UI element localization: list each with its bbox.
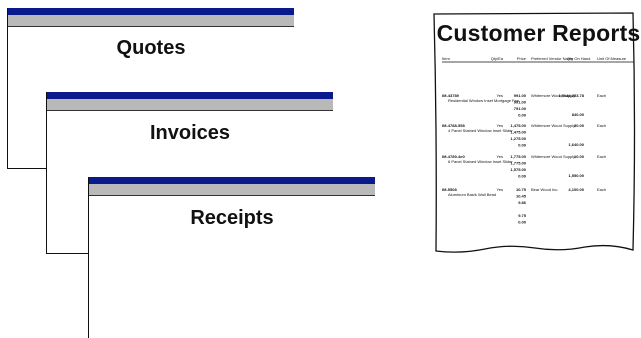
report-item-price: 10.45 [516,194,527,199]
report-item-uom: Each [597,154,606,159]
report-item-uom: Each [597,123,606,128]
report-item-vendor: Bear Wood Inc. [531,187,559,192]
report-item-price: 1,775.00 [510,161,526,166]
report-item-onhand: 10.00 [574,154,585,159]
report-column-header: Qty On Hand [567,56,590,61]
report-item-vendor: Whitemore Wood Supply [531,123,575,128]
report-column-header: Item [442,56,450,61]
report-item-price: 0.00 [518,143,527,148]
report-item-description: Aluminum Bas/k Wall Bead [448,192,496,197]
report-item-price: 10.75 [516,187,527,192]
report-item-price: 1,575.00 [510,167,526,172]
report-item-price: 1,475.00 [510,130,526,135]
report-item-qty: Yes [496,93,503,98]
report-item-price: 1,475.00 [510,123,526,128]
report-item-price: 9.75 [518,213,527,218]
report-item-price: 0.00 [518,220,527,225]
report-item-price: 791.00 [514,106,527,111]
report-item-uom: Each [597,93,606,98]
report-item-price: 991.00 [514,93,527,98]
report-item-description: Residential Window Inset Mortgage Fee [448,98,520,103]
report-item-qty: Yes [496,123,503,128]
report-item-price: 1,775.00 [510,154,526,159]
report-column-header: Price [517,56,527,61]
report-item-onhand: 4,100.00 [568,187,584,192]
report-item-price: 991.00 [514,100,527,105]
report-title: Customer Reports [436,20,641,46]
report-item-price: 0.00 [518,174,527,179]
report-item-price: 1,275.00 [510,136,526,141]
report-item-description: 6 Panel Stained Window Inset Slider [448,159,513,164]
report-column-header: Qty/Ea [491,56,504,61]
report-item-onhand: 1,6x44,253.78 [558,93,584,98]
report-item-qty: Yes [496,187,503,192]
report-item-price: 9.86 [518,200,527,205]
report-item-vendor: Whitemore Wood Supply [531,154,575,159]
report-item-qty: Yes [496,154,503,159]
report-item-price: 0.00 [518,113,527,118]
report-item-onhand: 1,550.00 [568,173,584,178]
customer-report-sheet[interactable]: Item Qty/Ea Price Preferred Vendor NameQty … [0,0,641,338]
report-item-onhand: 840.00 [572,112,585,117]
report-item-onhand: 30.00 [574,123,585,128]
report-item-uom: Each [597,187,606,192]
report-item-onhand: 1,640.00 [568,142,584,147]
report-column-header: Unit Of Measure [597,56,627,61]
report-item-description: 4 Panel Stained Window Inset Slider [448,128,513,133]
